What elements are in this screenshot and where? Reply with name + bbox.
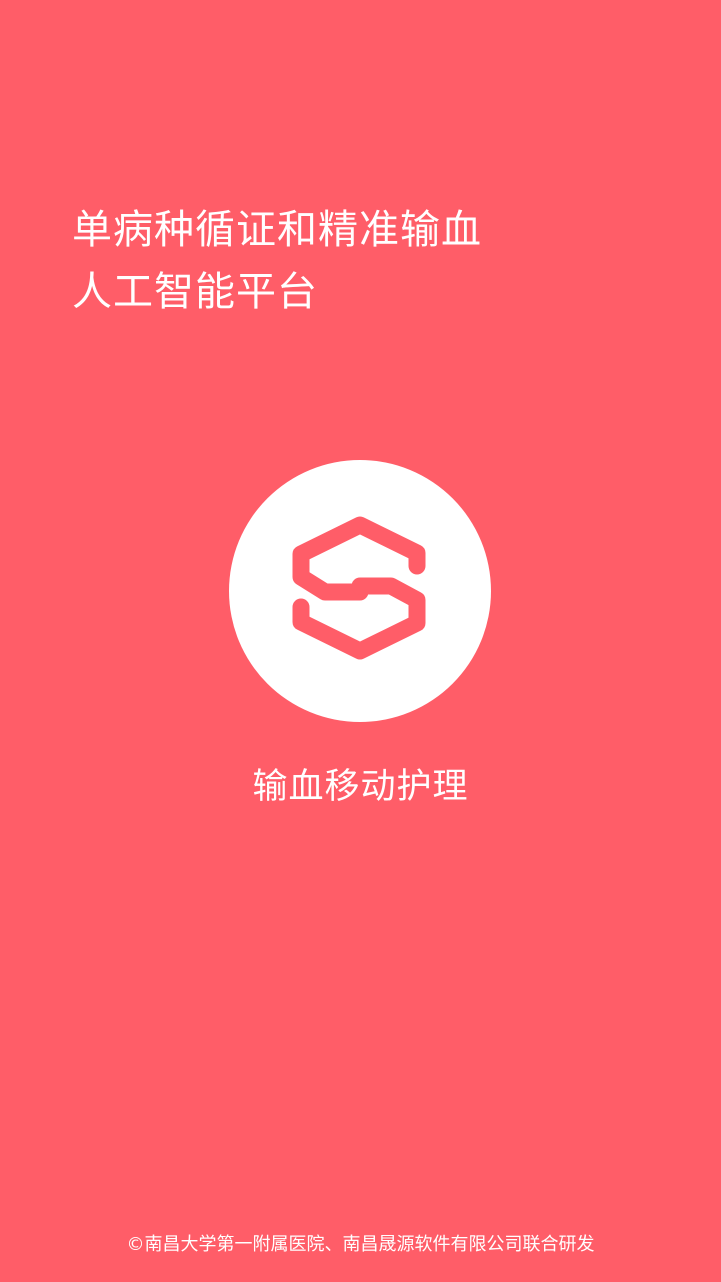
platform-headline: 单病种循证和精准输血 人工智能平台 — [72, 199, 672, 323]
app-name-label: 输血移动护理 — [252, 767, 469, 807]
app-logo — [229, 460, 491, 722]
hexagon-s-logo-icon — [292, 516, 426, 660]
headline-line-1: 单病种循证和精准输血 — [72, 207, 482, 253]
headline-line-2: 人工智能平台 — [72, 269, 318, 315]
splash-screen: 单病种循证和精准输血 人工智能平台 输血移动护理 ©南昌大学第一附属医院、南昌晟… — [0, 0, 721, 1282]
copyright-footer: ©南昌大学第一附属医院、南昌晟源软件有限公司联合研发 — [126, 1234, 595, 1255]
